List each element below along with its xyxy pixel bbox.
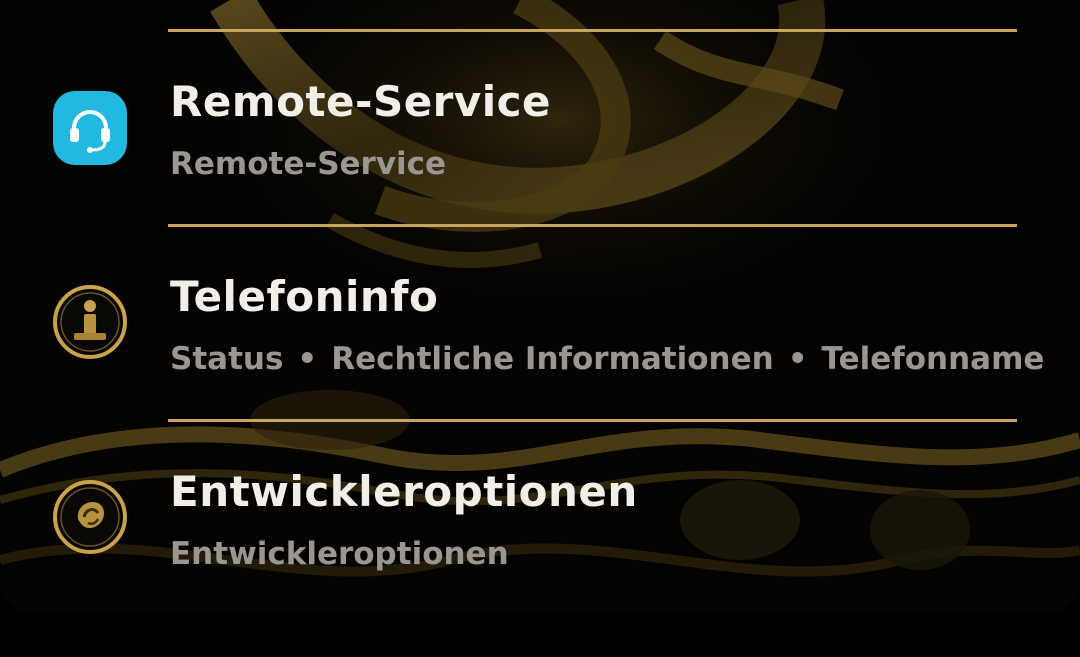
- settings-item-developer-options[interactable]: Entwickleroptionen Entwickleroptionen: [0, 430, 1080, 614]
- settings-item-subtitle: Entwickleroptionen: [170, 536, 509, 572]
- divider-top: [168, 29, 1017, 32]
- subtitle-part-legal: Rechtliche Informationen: [331, 341, 774, 377]
- settings-item-telefoninfo[interactable]: Telefoninfo Status • Rechtliche Informatio…: [0, 235, 1080, 425]
- info-icon: [52, 284, 128, 360]
- settings-item-title: Entwickleroptionen: [170, 467, 638, 516]
- settings-item-subtitle: Status • Rechtliche Informationen • Telefonn…: [170, 341, 1044, 377]
- settings-item-remote-service[interactable]: Remote-Service Remote-Service: [0, 40, 1080, 230]
- settings-item-subtitle: Remote-Service: [170, 146, 447, 182]
- subtitle-part-status: Status: [170, 341, 284, 377]
- separator-dot: •: [787, 341, 808, 377]
- settings-item-title: Telefoninfo: [170, 272, 439, 321]
- settings-item-title: Remote-Service: [170, 77, 552, 126]
- settings-panel: Remote-Service Remote-Service Telefoninf…: [0, 0, 1080, 614]
- bottom-black-area: [0, 614, 1080, 657]
- subtitle-part-phone-name: Telefonname: [821, 341, 1045, 377]
- developer-options-icon: [52, 479, 128, 555]
- separator-dot: •: [297, 341, 318, 377]
- headset-icon: [52, 90, 128, 166]
